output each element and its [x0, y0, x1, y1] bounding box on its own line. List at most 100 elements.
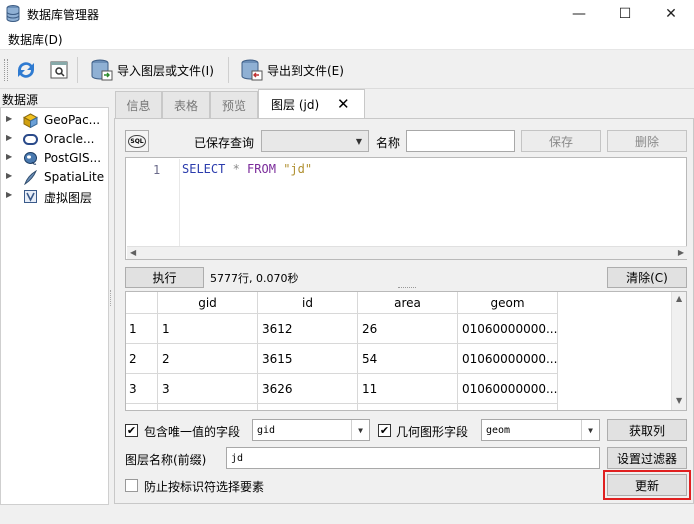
tab-preview[interactable]: 预览 [210, 91, 258, 118]
tree-item-spatialite[interactable]: ▶ SpatiaLite [1, 168, 109, 187]
table-cell[interactable]: 3626 [258, 374, 358, 404]
postgis-icon [24, 152, 37, 165]
table-cell[interactable]: 26 [358, 314, 458, 344]
column-header-geom[interactable]: geom [458, 292, 558, 314]
import-layer-icon[interactable] [89, 58, 113, 82]
scroll-right-icon[interactable]: ▶ [678, 248, 684, 257]
row-header[interactable]: 3 [126, 374, 158, 404]
update-button[interactable]: 更新 [607, 474, 687, 496]
set-filter-button[interactable]: 设置过滤器 [607, 447, 687, 469]
close-tab-icon[interactable]: ✕ [337, 95, 350, 113]
oracle-icon [23, 134, 38, 145]
avoid-selecting-label: 防止按标识符选择要素 [144, 480, 265, 494]
save-button[interactable]: 保存 [521, 130, 601, 152]
table-cell[interactable] [258, 404, 358, 410]
table-cell[interactable] [458, 404, 558, 410]
editor-splitter[interactable] [398, 287, 416, 289]
horizontal-scrollbar[interactable]: ◀ ▶ [127, 246, 687, 259]
tree-item-postgis[interactable]: ▶ PostGIS... [1, 149, 109, 168]
sql-window-icon[interactable] [49, 60, 69, 80]
tab-info[interactable]: 信息 [115, 91, 162, 118]
virtual-layer-icon [24, 190, 37, 203]
name-label: 名称 [376, 136, 401, 150]
tree-item-oracle[interactable]: ▶ Oracle... [1, 130, 109, 149]
row-header[interactable]: 1 [126, 314, 158, 344]
geom-field-label: 几何图形字段 [396, 425, 469, 439]
scroll-left-icon[interactable]: ◀ [130, 248, 136, 257]
tab-layer[interactable]: 图层 (jd) ✕ [258, 89, 365, 119]
sql-button[interactable]: SQL [125, 130, 149, 152]
sql-query-text[interactable]: SELECT * FROM "jd" [182, 162, 312, 176]
tree-item-label: 虚拟图层 [44, 191, 93, 205]
toolbar-separator [228, 57, 229, 83]
tab-table[interactable]: 表格 [162, 91, 210, 118]
tree-item-label: PostGIS... [44, 151, 102, 165]
column-header-area[interactable]: area [358, 292, 458, 314]
toolbar: 导入图层或文件(I) 导出到文件(E) [0, 51, 694, 89]
export-file-button[interactable]: 导出到文件(E) [267, 62, 344, 79]
expand-arrow-icon[interactable]: ▶ [6, 171, 12, 180]
execute-button[interactable]: 执行 [125, 267, 204, 288]
tree-item-label: GeoPac... [44, 113, 101, 127]
close-button[interactable]: ✕ [648, 0, 694, 28]
line-number: 1 [153, 163, 161, 177]
scroll-up-icon[interactable]: ▲ [676, 294, 682, 303]
sql-editor[interactable]: 1 SELECT * FROM "jd" ◀ ▶ [125, 157, 687, 260]
saved-query-combo[interactable]: ▼ [261, 130, 369, 152]
vertical-scrollbar[interactable]: ▲ ▼ [671, 292, 686, 410]
status-bar [0, 505, 694, 524]
expand-arrow-icon[interactable]: ▶ [6, 114, 12, 123]
layer-name-input[interactable]: jd [226, 447, 600, 469]
table-cell[interactable]: 01060000000... [458, 344, 558, 374]
export-file-icon[interactable] [239, 58, 263, 82]
table-cell[interactable]: 1 [158, 314, 258, 344]
row-header[interactable]: 2 [126, 344, 158, 374]
table-cell[interactable]: 54 [358, 344, 458, 374]
tree-item-virtual-layer[interactable]: ▶ 虚拟图层 [1, 187, 109, 206]
refresh-icon[interactable] [14, 58, 38, 82]
table-cell[interactable]: 3612 [258, 314, 358, 344]
clear-button[interactable]: 清除(C) [607, 267, 687, 288]
avoid-selecting-checkbox[interactable] [125, 479, 138, 492]
geom-field-checkbox[interactable]: ✔ [378, 424, 391, 437]
maximize-button[interactable]: ☐ [602, 0, 648, 28]
chevron-down-icon: ▼ [581, 420, 599, 440]
import-layer-button[interactable]: 导入图层或文件(I) [117, 62, 214, 79]
scroll-down-icon[interactable]: ▼ [676, 396, 682, 405]
row-header[interactable] [126, 404, 158, 410]
geom-field-combo[interactable]: geom ▼ [481, 419, 600, 441]
table-cell[interactable]: 11 [358, 374, 458, 404]
column-header-id[interactable]: id [258, 292, 358, 314]
results-table[interactable]: gid id area geom 1 1 3612 26 01060000000… [125, 291, 687, 411]
tree-item-geopackage[interactable]: ▶ GeoPac... [1, 111, 109, 130]
table-cell[interactable]: 2 [158, 344, 258, 374]
table-cell[interactable]: 3615 [258, 344, 358, 374]
database-icon [6, 5, 20, 22]
table-cell[interactable]: 3 [158, 374, 258, 404]
panel-splitter[interactable] [110, 290, 113, 306]
expand-arrow-icon[interactable]: ▶ [6, 190, 12, 199]
browser-tree: ▶ GeoPac... ▶ Oracle... ▶ PostGIS... ▶ S… [0, 107, 109, 505]
name-input[interactable] [406, 130, 515, 152]
delete-button[interactable]: 删除 [607, 130, 687, 152]
menu-bar: 数据库(D) [0, 28, 694, 50]
tree-item-label: SpatiaLite [44, 170, 105, 184]
table-cell[interactable] [358, 404, 458, 410]
unique-field-combo[interactable]: gid ▼ [252, 419, 370, 441]
minimize-button[interactable]: — [556, 0, 602, 28]
menu-database[interactable]: 数据库(D) [8, 31, 63, 48]
table-corner [126, 292, 158, 314]
execution-status: 5777行, 0.070秒 [210, 272, 299, 285]
table-cell[interactable]: 01060000000... [458, 314, 558, 344]
toolbar-grip[interactable] [4, 59, 8, 81]
unique-field-checkbox[interactable]: ✔ [125, 424, 138, 437]
retrieve-columns-button[interactable]: 获取列 [607, 419, 687, 441]
expand-arrow-icon[interactable]: ▶ [6, 152, 12, 161]
chevron-down-icon: ▼ [351, 420, 369, 440]
expand-arrow-icon[interactable]: ▶ [6, 133, 12, 142]
spatialite-icon [24, 170, 37, 185]
table-cell[interactable] [158, 404, 258, 410]
column-header-gid[interactable]: gid [158, 292, 258, 314]
geopackage-icon [23, 113, 38, 128]
table-cell[interactable]: 01060000000... [458, 374, 558, 404]
